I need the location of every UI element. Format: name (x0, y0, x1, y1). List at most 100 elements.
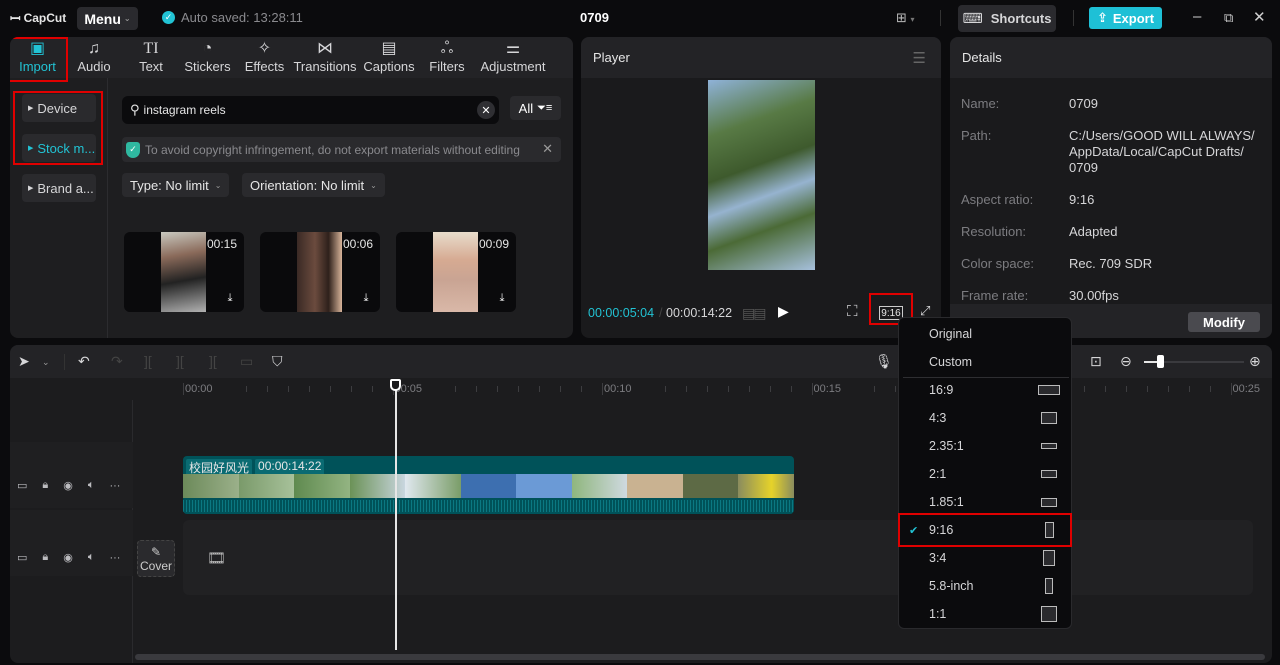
thumbnail-image (297, 232, 342, 312)
zoom-fit-icon[interactable]: ⛶ (847, 303, 858, 320)
ratio-option-3-4[interactable]: 3:4 (899, 544, 1071, 572)
chevron-down-icon: ⌄ (214, 180, 222, 190)
main-track-area[interactable] (183, 520, 1253, 595)
playhead[interactable] (395, 380, 397, 650)
sidebar-label: Stock m... (37, 140, 96, 156)
chevron-down-icon[interactable]: ⌄ (42, 357, 50, 368)
restore-icon[interactable]: ⧉ (1224, 10, 1233, 26)
sidebar-item-device[interactable]: ▶ Device (22, 94, 96, 122)
select-cursor-icon[interactable]: ➤ (18, 353, 30, 370)
tab-captions[interactable]: ▤ Captions (357, 37, 421, 78)
ratio-option-16-9[interactable]: 16:9 (899, 376, 1071, 404)
ruler-tick (664, 386, 666, 392)
zoom-out-icon[interactable]: ⊖ (1120, 353, 1132, 370)
ruler-major-tick (183, 383, 184, 395)
menu-button[interactable]: Menu ⌄ (77, 7, 138, 30)
ratio-option-5-8-inch[interactable]: 5.8-inch (899, 572, 1071, 600)
ruler-tick (245, 386, 247, 392)
clip-frame (405, 474, 461, 498)
horizontal-scrollbar[interactable] (135, 654, 1265, 660)
eye-icon[interactable]: ◉ (63, 479, 73, 492)
ruler-tick (455, 386, 457, 392)
layout-button[interactable]: ⊞ ▾ (896, 10, 915, 26)
tab-transitions[interactable]: ⋈ Transitions (293, 37, 357, 78)
detail-value: Adapted (1069, 224, 1118, 239)
clip-frame (571, 474, 628, 498)
more-icon[interactable]: ··· (109, 480, 120, 492)
play-icon[interactable]: ▶ (778, 303, 789, 320)
shortcuts-button[interactable]: ⌨ Shortcuts (958, 5, 1056, 32)
tab-import[interactable]: ▣ Import (10, 37, 65, 78)
captions-icon: ▤ (381, 40, 397, 57)
detail-value: Rec. 709 SDR (1069, 256, 1153, 271)
ratio-option-original[interactable]: Original (899, 320, 1071, 348)
grid-view-icon[interactable]: ▤▤ (742, 305, 767, 322)
ratio-option-9-16[interactable]: ✔ 9:16 (899, 516, 1071, 544)
close-icon[interactable]: ✕ (1253, 8, 1266, 26)
tab-filters[interactable]: ஃ Filters (421, 37, 473, 78)
download-icon[interactable]: ⤓ (495, 291, 509, 305)
player-title: Player (593, 50, 630, 65)
timeline-ruler[interactable]: 00:0000:0500:1000:1500:2000:25 (10, 378, 1272, 400)
filter-all-button[interactable]: All ⏷≡ (510, 96, 561, 120)
ruler-major-tick (602, 383, 603, 395)
zoom-slider-handle[interactable] (1157, 355, 1164, 368)
ruler-zoom-icon[interactable]: ⊡ (1090, 353, 1102, 370)
ratio-option-1-1[interactable]: 1:1 (899, 600, 1071, 628)
clip-frame (183, 474, 239, 498)
media-thumbnail[interactable]: 00:09 ⤓ (396, 232, 516, 312)
download-icon[interactable]: ⤓ (223, 291, 237, 305)
sidebar-item-brand-assets[interactable]: ▶ Brand a... (22, 174, 96, 202)
media-thumbnail[interactable]: 00:15 ⤓ (124, 232, 244, 312)
edit-pencil-icon: ✎ (150, 544, 162, 559)
clip-frame (294, 474, 350, 498)
marker-icon[interactable]: ⛉ (272, 353, 283, 370)
video-track-icon[interactable]: ▭ (17, 551, 27, 564)
tab-effects[interactable]: ✧ Effects (236, 37, 293, 78)
volume-icon[interactable]: 🔈︎ (88, 551, 95, 564)
clip-frame (460, 474, 517, 498)
tab-audio[interactable]: ♫ Audio (65, 37, 123, 78)
ruler-tick (581, 386, 583, 392)
lock-icon[interactable]: 🔒︎ (42, 479, 48, 492)
volume-icon[interactable]: 🔈︎ (88, 479, 95, 492)
close-notice-icon[interactable]: ✕ (536, 141, 553, 157)
ratio-option-2-1[interactable]: 2:1 (899, 460, 1071, 488)
orientation-filter-dropdown[interactable]: Orientation: No limit ⌄ (242, 173, 385, 197)
ruler-tick (560, 386, 562, 392)
playhead-handle[interactable] (390, 379, 401, 391)
timeline-panel: ➤ ⌄ ↶ ↷ ][ ][ ][ ▭ ⛉ 🎙 ⊡ ⊖ ⊕ 00:00 00:05 0… (10, 345, 1272, 663)
microphone-icon[interactable]: 🎙 (875, 353, 893, 370)
film-icon: 🎞︎ (207, 550, 227, 567)
download-icon[interactable]: ⤓ (359, 291, 373, 305)
search-input[interactable]: ⚲ instagram reels ✕ (122, 96, 499, 124)
export-button[interactable]: ⇪ Export (1089, 7, 1162, 29)
ratio-option-1-85-1[interactable]: 1.85:1 (899, 488, 1071, 516)
undo-icon[interactable]: ↶ (78, 353, 90, 370)
split-right-icon: ][ (209, 353, 217, 369)
ratio-option-4-3[interactable]: 4:3 (899, 404, 1071, 432)
ratio-option-2-35-1[interactable]: 2.35:1 (899, 432, 1071, 460)
aspect-ratio-menu: Original Custom 16:9 4:3 2.35:1 2:1 1.85:1 ✔ 9:1… (898, 317, 1072, 629)
lock-icon[interactable]: 🔒︎ (42, 551, 48, 564)
hamburger-menu-icon[interactable]: ☰ (913, 49, 926, 67)
video-clip[interactable]: 校园好风光 00:00:14:22 (183, 456, 794, 514)
tab-text[interactable]: TI Text (123, 37, 179, 78)
more-icon[interactable]: ··· (109, 552, 120, 564)
clear-search-icon[interactable]: ✕ (477, 101, 495, 119)
ratio-option-custom[interactable]: Custom (899, 348, 1071, 376)
minimize-icon[interactable]: – (1193, 8, 1201, 25)
sidebar-item-stock-materials[interactable]: ▶ Stock m... (22, 134, 96, 162)
ruler-major-tick (1230, 383, 1232, 395)
media-thumbnail[interactable]: 00:06 ⤓ (260, 232, 380, 312)
tab-stickers[interactable]: ◔ Stickers (179, 37, 236, 78)
modify-button[interactable]: Modify (1188, 312, 1260, 332)
eye-icon[interactable]: ◉ (63, 551, 73, 564)
zoom-in-icon[interactable]: ⊕ (1249, 353, 1261, 370)
type-filter-dropdown[interactable]: Type: No limit ⌄ (122, 173, 230, 197)
player-header: Player ☰ (581, 37, 941, 78)
video-preview (708, 80, 815, 270)
tab-adjustment[interactable]: ⚌ Adjustment (473, 37, 553, 78)
cover-button[interactable]: ✎ Cover (137, 540, 175, 577)
video-track-icon[interactable]: ▭ (17, 479, 27, 492)
